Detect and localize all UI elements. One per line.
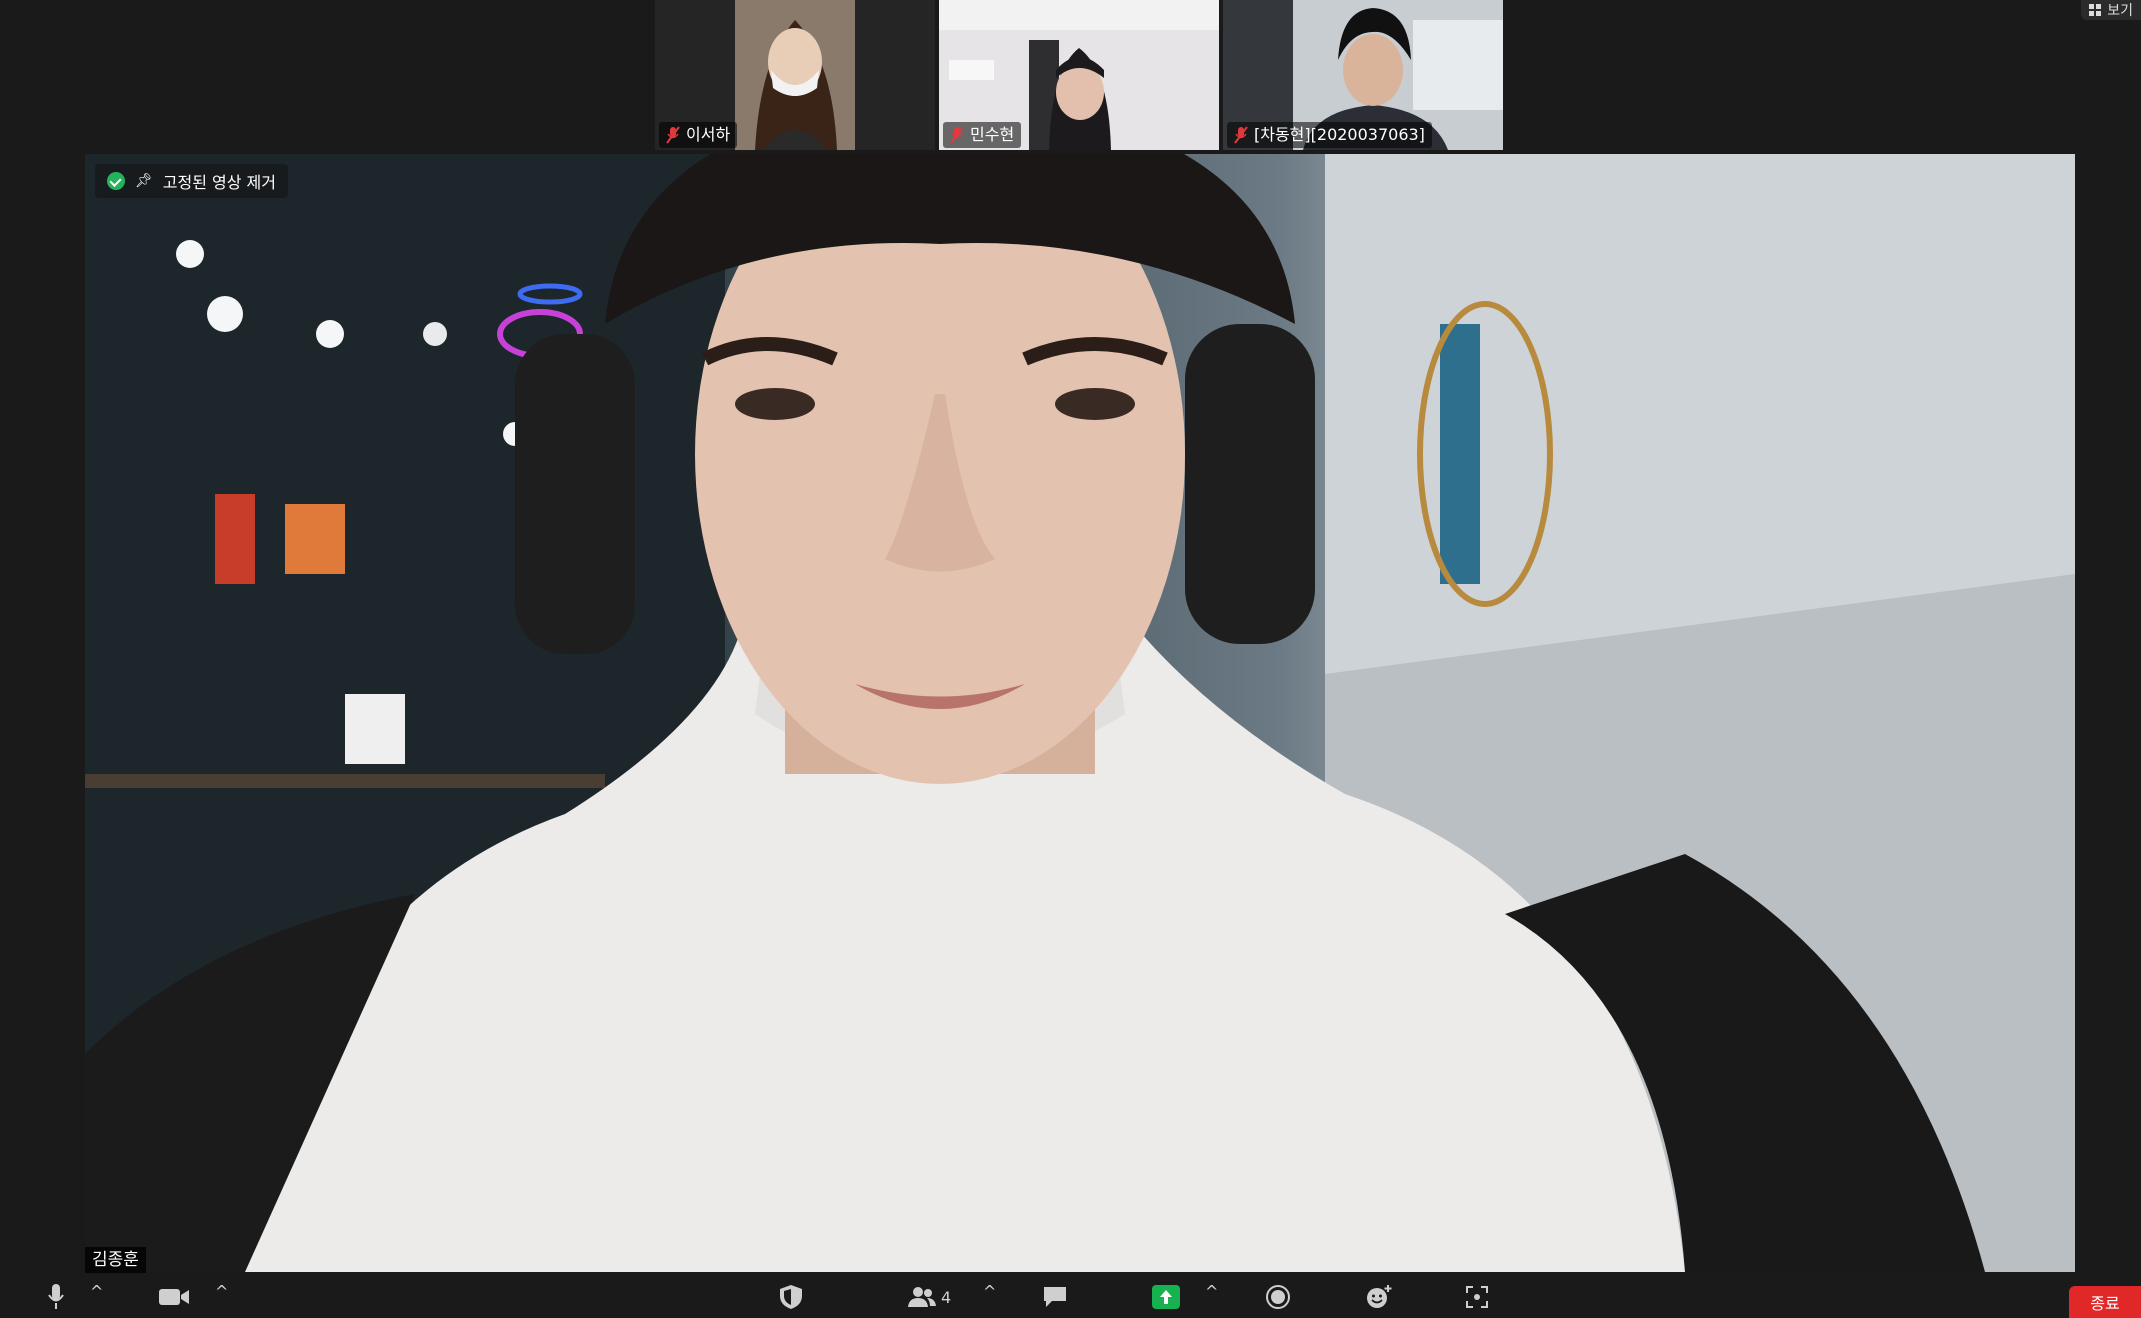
participant-name-tag: 민수현 xyxy=(943,122,1022,148)
speaker-name-tag: 김종훈 xyxy=(85,1247,146,1273)
participant-name: [차동현][2020037063] xyxy=(1254,125,1425,144)
encryption-shield-icon xyxy=(107,172,125,190)
participants-icon xyxy=(908,1287,936,1307)
muted-mic-icon xyxy=(666,126,680,144)
mute-button[interactable] xyxy=(46,1280,66,1314)
meeting-toolbar: ^ ^ 4 ^ ^ 종료 xyxy=(0,1274,2141,1318)
apps-button[interactable] xyxy=(1465,1280,1489,1314)
unpin-video-button[interactable]: 📌︎ 고정된 영상 제거 xyxy=(95,164,288,198)
participants-button[interactable]: 4 xyxy=(907,1280,951,1314)
main-speaker-video[interactable]: 📌︎ 고정된 영상 제거 xyxy=(85,154,2075,1272)
zoom-meeting-window: 보기 이서하 민수현 [차동현][2020037063] 📌︎ 고정된 영상 제… xyxy=(0,0,2141,1318)
participant-name: 민수현 xyxy=(970,125,1015,144)
participants-options-caret[interactable]: ^ xyxy=(983,1282,996,1301)
view-button-label: 보기 xyxy=(2107,3,2133,19)
record-icon xyxy=(1266,1285,1290,1309)
chat-icon xyxy=(1044,1287,1066,1307)
apps-icon xyxy=(1466,1286,1488,1308)
participant-tile[interactable]: 이서하 xyxy=(655,0,935,150)
participant-name-tag: [차동현][2020037063] xyxy=(1227,122,1432,148)
muted-mic-icon xyxy=(1234,126,1248,144)
participant-tile[interactable]: 민수현 xyxy=(939,0,1219,150)
security-shield-icon xyxy=(780,1285,802,1309)
participant-strip: 이서하 민수현 [차동현][2020037063] xyxy=(655,0,1503,150)
video-camera-icon xyxy=(159,1289,189,1305)
reactions-button[interactable] xyxy=(1365,1280,1393,1314)
microphone-icon xyxy=(48,1284,64,1309)
view-button[interactable]: 보기 xyxy=(2081,0,2141,20)
unpin-video-label: 고정된 영상 제거 xyxy=(162,173,276,192)
participants-count: 4 xyxy=(941,1287,952,1307)
share-screen-button[interactable] xyxy=(1152,1280,1180,1314)
share-screen-icon xyxy=(1152,1285,1180,1309)
participant-tile[interactable]: [차동현][2020037063] xyxy=(1223,0,1503,150)
security-button[interactable] xyxy=(779,1280,803,1314)
record-button[interactable] xyxy=(1265,1280,1291,1314)
video-options-caret[interactable]: ^ xyxy=(215,1282,228,1301)
muted-mic-icon xyxy=(950,126,964,144)
reactions-icon xyxy=(1367,1285,1392,1308)
audio-options-caret[interactable]: ^ xyxy=(90,1282,103,1301)
pin-icon: 📌︎ xyxy=(135,173,153,189)
participant-name-tag: 이서하 xyxy=(659,122,738,148)
speaker-video-feed xyxy=(85,154,2075,1272)
participant-name: 이서하 xyxy=(686,125,731,144)
share-options-caret[interactable]: ^ xyxy=(1205,1282,1218,1301)
gallery-view-icon xyxy=(2089,4,2102,16)
video-button[interactable] xyxy=(158,1280,190,1314)
end-meeting-button[interactable]: 종료 xyxy=(2069,1286,2141,1318)
chat-button[interactable] xyxy=(1042,1280,1068,1314)
